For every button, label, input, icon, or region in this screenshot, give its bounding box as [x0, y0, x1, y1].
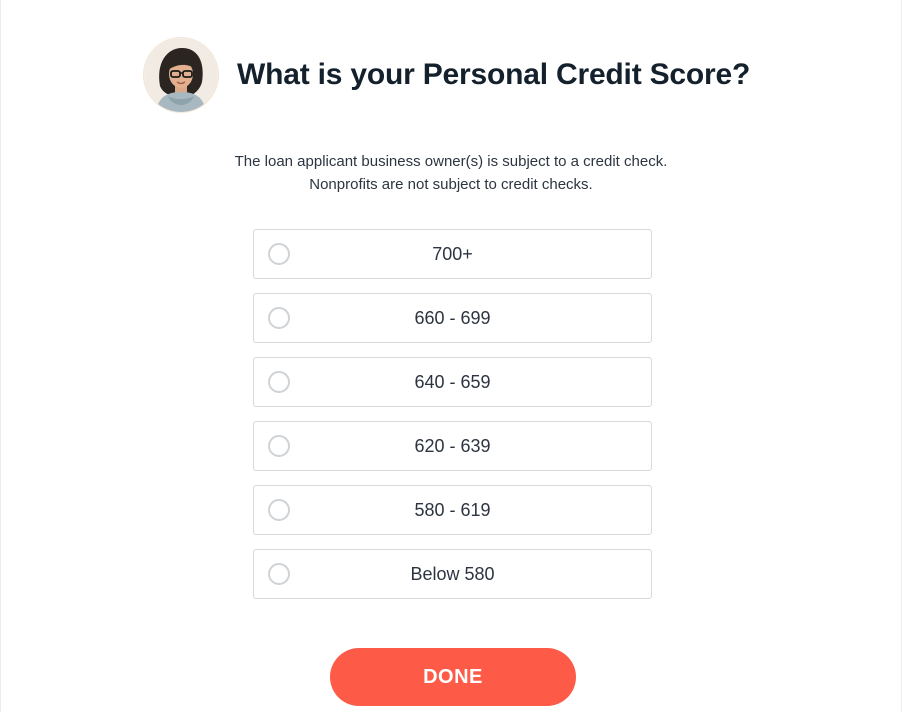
subtitle-line-2: Nonprofits are not subject to credit che…	[309, 176, 593, 193]
option-640-659[interactable]: 640 - 659	[253, 357, 652, 407]
subtitle: The loan applicant business owner(s) is …	[0, 150, 902, 196]
option-label: Below 580	[410, 564, 495, 584]
option-label: 660 - 699	[414, 308, 491, 328]
done-button[interactable]: DONE	[330, 648, 576, 706]
option-label: 700+	[432, 244, 473, 264]
option-label: 580 - 619	[414, 500, 491, 520]
page-title: What is your Personal Credit Score?	[237, 58, 751, 91]
option-label: 640 - 659	[414, 372, 491, 392]
question-header: What is your Personal Credit Score?	[144, 37, 750, 113]
subtitle-line-1: The loan applicant business owner(s) is …	[234, 153, 668, 170]
frame-left-edge	[0, 0, 1, 712]
option-700-plus[interactable]: 700+	[253, 229, 652, 279]
option-660-699[interactable]: 660 - 699	[253, 293, 652, 343]
option-620-639[interactable]: 620 - 639	[253, 421, 652, 471]
credit-score-options: 700+ 660 - 699 640 - 659 620 - 639 580 -…	[253, 229, 652, 613]
advisor-avatar	[144, 38, 218, 112]
option-580-619[interactable]: 580 - 619	[253, 485, 652, 535]
option-label: 620 - 639	[414, 436, 491, 456]
option-below-580[interactable]: Below 580	[253, 549, 652, 599]
